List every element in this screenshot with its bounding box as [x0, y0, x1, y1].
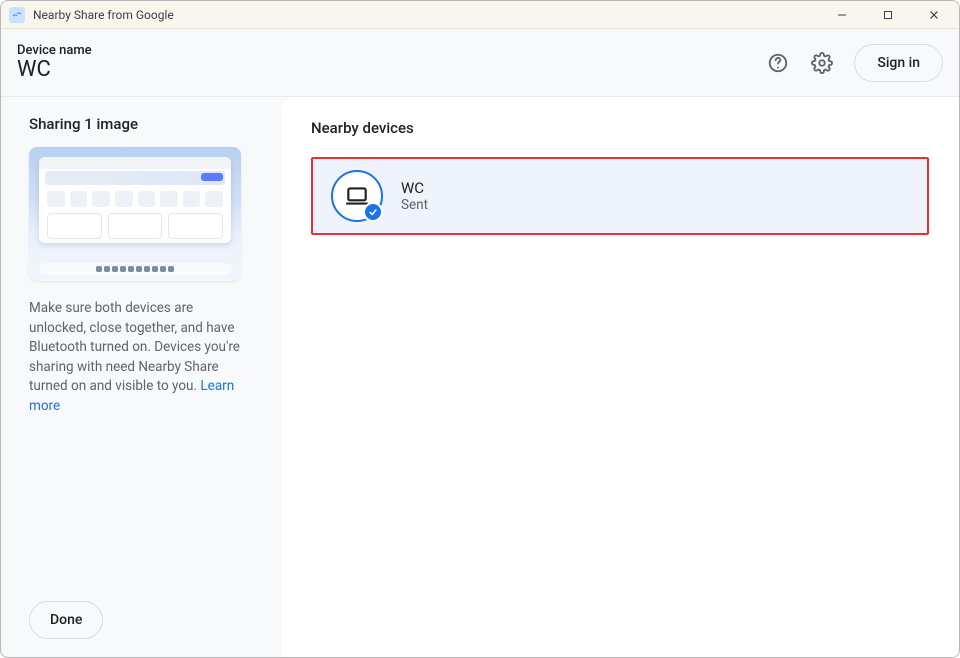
- sidebar: Sharing 1 image Make sure both devices a…: [1, 97, 281, 657]
- main-panel: Nearby devices WC Sent: [281, 97, 959, 657]
- device-name-block: Device name WC: [17, 43, 92, 82]
- settings-button[interactable]: [802, 43, 842, 83]
- minimize-button[interactable]: [819, 1, 865, 29]
- device-row[interactable]: WC Sent: [311, 157, 929, 235]
- window-title: Nearby Share from Google: [33, 8, 174, 22]
- device-name-value: WC: [17, 58, 92, 82]
- device-name-label: Device name: [17, 43, 92, 58]
- nearby-devices-title: Nearby devices: [311, 119, 929, 137]
- app-window: Nearby Share from Google Device name WC: [0, 0, 960, 658]
- titlebar: Nearby Share from Google: [1, 1, 959, 29]
- help-text: Make sure both devices are unlocked, clo…: [29, 299, 241, 416]
- device-info: WC Sent: [401, 179, 428, 213]
- header: Device name WC Sign in: [1, 29, 959, 97]
- status-check-icon: [363, 202, 383, 222]
- image-preview: [29, 147, 241, 281]
- done-button[interactable]: Done: [29, 601, 103, 639]
- sharing-title: Sharing 1 image: [29, 115, 261, 133]
- close-button[interactable]: [911, 1, 957, 29]
- app-icon: [9, 7, 25, 23]
- help-button[interactable]: [758, 43, 798, 83]
- device-name: WC: [401, 179, 428, 197]
- device-avatar: [331, 170, 383, 222]
- body: Sharing 1 image Make sure both devices a…: [1, 97, 959, 657]
- maximize-button[interactable]: [865, 1, 911, 29]
- sign-in-button[interactable]: Sign in: [854, 44, 943, 82]
- device-status: Sent: [401, 197, 428, 213]
